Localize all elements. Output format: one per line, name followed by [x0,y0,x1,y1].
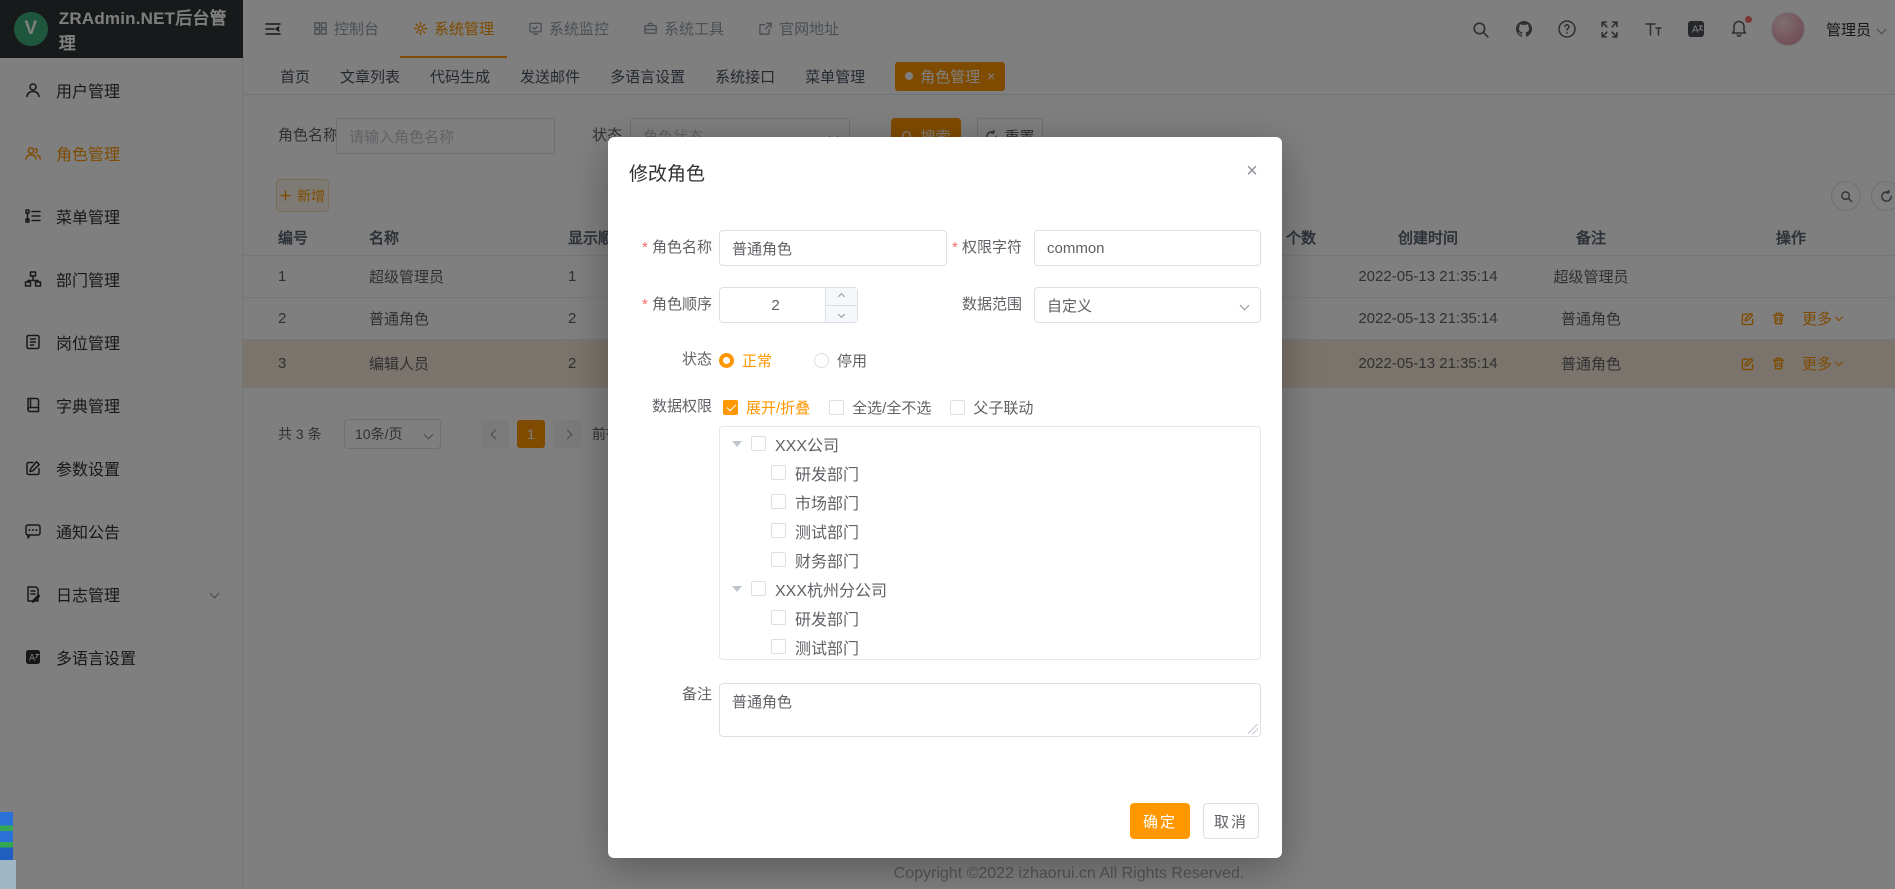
tree-node[interactable]: XXX公司 [720,429,1260,458]
data-scope-select[interactable]: 自定义 [1034,287,1261,323]
tree-expand-caret-icon[interactable] [732,441,742,447]
checkbox-expand-collapse[interactable]: 展开/折叠 [723,397,810,418]
role-name-label: 角色名称 [572,230,712,266]
textarea-resize-handle[interactable] [1248,724,1258,734]
chevron-down-icon [1240,300,1250,310]
screen-edge-artifact [0,860,16,889]
data-perm-options: 展开/折叠 全选/全不选 父子联动 [723,389,1033,425]
role-name-value: 普通角色 [732,238,792,259]
checkbox-icon [723,400,738,415]
tree-expand-caret-icon[interactable] [732,586,742,592]
tree-node-label[interactable]: XXX杭州分公司 [775,577,887,601]
stepper-buttons [825,288,857,322]
radio-normal[interactable]: 正常 [719,350,772,371]
role-order-stepper[interactable]: 2 [719,287,858,323]
app-window: V ZRAdmin.NET后台管理 控制台 系统管理 系统监控 系统工具 [0,0,1895,889]
tree-checkbox[interactable] [771,552,786,567]
tree-node-label[interactable]: XXX公司 [775,432,839,456]
dialog-close-icon[interactable]: × [1242,161,1262,181]
confirm-button[interactable]: 确定 [1130,803,1190,839]
remark-label: 备注 [572,677,712,713]
checkbox-label: 父子联动 [973,397,1033,418]
chevron-down-icon [838,310,845,317]
radio-dot [719,353,734,368]
tree-node[interactable]: 财务部门 [720,545,1260,574]
cancel-button[interactable]: 取消 [1203,803,1259,839]
radio-disabled[interactable]: 停用 [814,350,867,371]
role-order-label: 角色顺序 [572,287,712,323]
tree-node-label[interactable]: 研发部门 [795,461,859,485]
checkbox-label: 全选/全不选 [852,397,931,418]
perm-char-value: common [1047,240,1105,257]
remark-value: 普通角色 [732,694,792,711]
remark-textarea[interactable]: 普通角色 [719,683,1261,737]
stepper-up-button[interactable] [826,288,857,305]
checkbox-parent-child-link[interactable]: 父子联动 [950,397,1033,418]
data-scope-label: 数据范围 [882,287,1022,323]
tree-node-label[interactable]: 财务部门 [795,548,859,572]
checkbox-icon [950,400,965,415]
role-order-value: 2 [771,297,779,314]
edit-role-dialog: 修改角色 × 角色名称 普通角色 权限字符 common 角色顺序 2 数据范围… [608,137,1282,858]
perm-char-label: 权限字符 [882,230,1022,266]
tree-checkbox[interactable] [771,465,786,480]
status-label: 状态 [572,342,712,378]
radio-dot [814,353,829,368]
perm-char-input[interactable]: common [1034,230,1261,266]
tree-node[interactable]: 市场部门 [720,487,1260,516]
tree-checkbox[interactable] [771,494,786,509]
status-radio-group: 正常 停用 [719,342,867,378]
tree-checkbox[interactable] [751,581,766,596]
data-perm-label: 数据权限 [572,389,712,425]
stepper-down-button[interactable] [826,305,857,322]
tree-node[interactable]: 测试部门 [720,632,1260,660]
checkbox-select-all[interactable]: 全选/全不选 [829,397,931,418]
tree-checkbox[interactable] [771,610,786,625]
tree-node[interactable]: 研发部门 [720,458,1260,487]
chevron-up-icon [838,293,845,300]
tree-node-label[interactable]: 市场部门 [795,490,859,514]
radio-label: 正常 [742,350,772,371]
tree-node[interactable]: 研发部门 [720,603,1260,632]
tree-node[interactable]: 测试部门 [720,516,1260,545]
tree-checkbox[interactable] [771,523,786,538]
department-tree: XXX公司 研发部门 市场部门 测试部门 财务部门 XXX杭州分公司 [719,426,1261,660]
data-scope-value: 自定义 [1047,295,1092,316]
tree-node-label[interactable]: 研发部门 [795,606,859,630]
radio-label: 停用 [837,350,867,371]
screen-edge-artifact [0,812,13,860]
tree-node[interactable]: XXX杭州分公司 [720,574,1260,603]
tree-node-label[interactable]: 测试部门 [795,635,859,659]
checkbox-icon [829,400,844,415]
dialog-title: 修改角色 [629,159,705,186]
tree-checkbox[interactable] [771,639,786,654]
tree-node-label[interactable]: 测试部门 [795,519,859,543]
checkbox-label: 展开/折叠 [746,397,810,418]
tree-checkbox[interactable] [751,436,766,451]
